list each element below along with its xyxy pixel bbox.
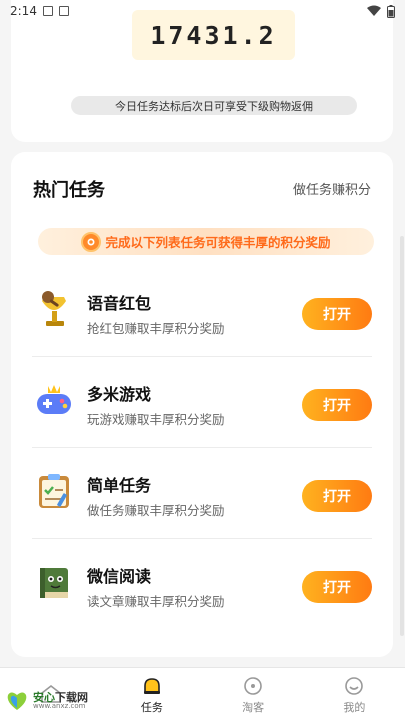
notification-card-icon: [58, 6, 69, 16]
task-desc: 抢红包赚取丰厚积分奖励: [87, 321, 225, 336]
hot-tasks-card: 热门任务 做任务赚积分 完成以下列表任务可获得丰厚的积分奖励 语音红包 抢红包赚…: [11, 152, 393, 657]
gamepad-icon: [32, 378, 76, 422]
task-desc: 玩游戏赚取丰厚积分奖励: [87, 412, 225, 427]
status-bar: 2:14: [0, 0, 405, 22]
section-subtitle: 做任务赚积分: [292, 183, 371, 198]
open-button[interactable]: 打开: [302, 571, 372, 603]
wifi-icon: [367, 5, 381, 16]
task-name: 语音红包: [87, 294, 152, 313]
task-desc: 读文章赚取丰厚积分奖励: [87, 594, 225, 609]
task-icon: [141, 675, 163, 697]
task-item-simple-task: 简单任务 做任务赚取丰厚积分奖励 打开: [32, 448, 372, 539]
taoke-icon: [242, 675, 264, 697]
nav-label: 任务: [140, 700, 163, 714]
battery-icon: [387, 4, 395, 18]
nav-tasks[interactable]: 任务: [101, 668, 202, 721]
profile-icon: [343, 675, 365, 697]
coin-icon: [81, 231, 102, 252]
nav-label: 淘客: [242, 700, 265, 714]
open-button[interactable]: 打开: [302, 389, 372, 421]
watermark-logo-icon: [7, 692, 27, 710]
book-icon: [32, 560, 76, 604]
notification-a-icon: [42, 6, 53, 16]
scrollbar[interactable]: [400, 236, 404, 636]
task-item-wechat-reading: 微信阅读 读文章赚取丰厚积分奖励 打开: [32, 539, 372, 630]
task-name: 微信阅读: [87, 567, 152, 586]
watermark: 安心下载网 www.anxz.com: [4, 690, 88, 712]
section-title: 热门任务: [33, 180, 105, 201]
task-list: 语音红包 抢红包赚取丰厚积分奖励 打开 多米游戏 玩游戏赚取丰厚积分奖励 打开: [11, 266, 393, 630]
task-desc: 做任务赚取丰厚积分奖励: [87, 503, 225, 518]
banner-text: 完成以下列表任务可获得丰厚的积分奖励: [105, 235, 331, 250]
task-item-voice-redpacket: 语音红包 抢红包赚取丰厚积分奖励 打开: [32, 266, 372, 357]
reward-banner: 完成以下列表任务可获得丰厚的积分奖励: [38, 228, 374, 255]
status-time: 2:14: [10, 4, 37, 18]
open-button[interactable]: 打开: [302, 298, 372, 330]
rebate-notice: 今日任务达标后次日可享受下级购物返佣: [71, 96, 357, 115]
open-button[interactable]: 打开: [302, 480, 372, 512]
task-item-domi-game: 多米游戏 玩游戏赚取丰厚积分奖励 打开: [32, 357, 372, 448]
task-name: 简单任务: [87, 476, 152, 495]
nav-profile[interactable]: 我的: [304, 668, 405, 721]
watermark-url: www.anxz.com: [33, 702, 86, 710]
nav-label: 我的: [343, 700, 366, 714]
microphone-trophy-icon: [32, 287, 76, 331]
task-name: 多米游戏: [87, 385, 152, 404]
checklist-icon: [32, 469, 76, 513]
nav-taoke[interactable]: 淘客: [203, 668, 304, 721]
